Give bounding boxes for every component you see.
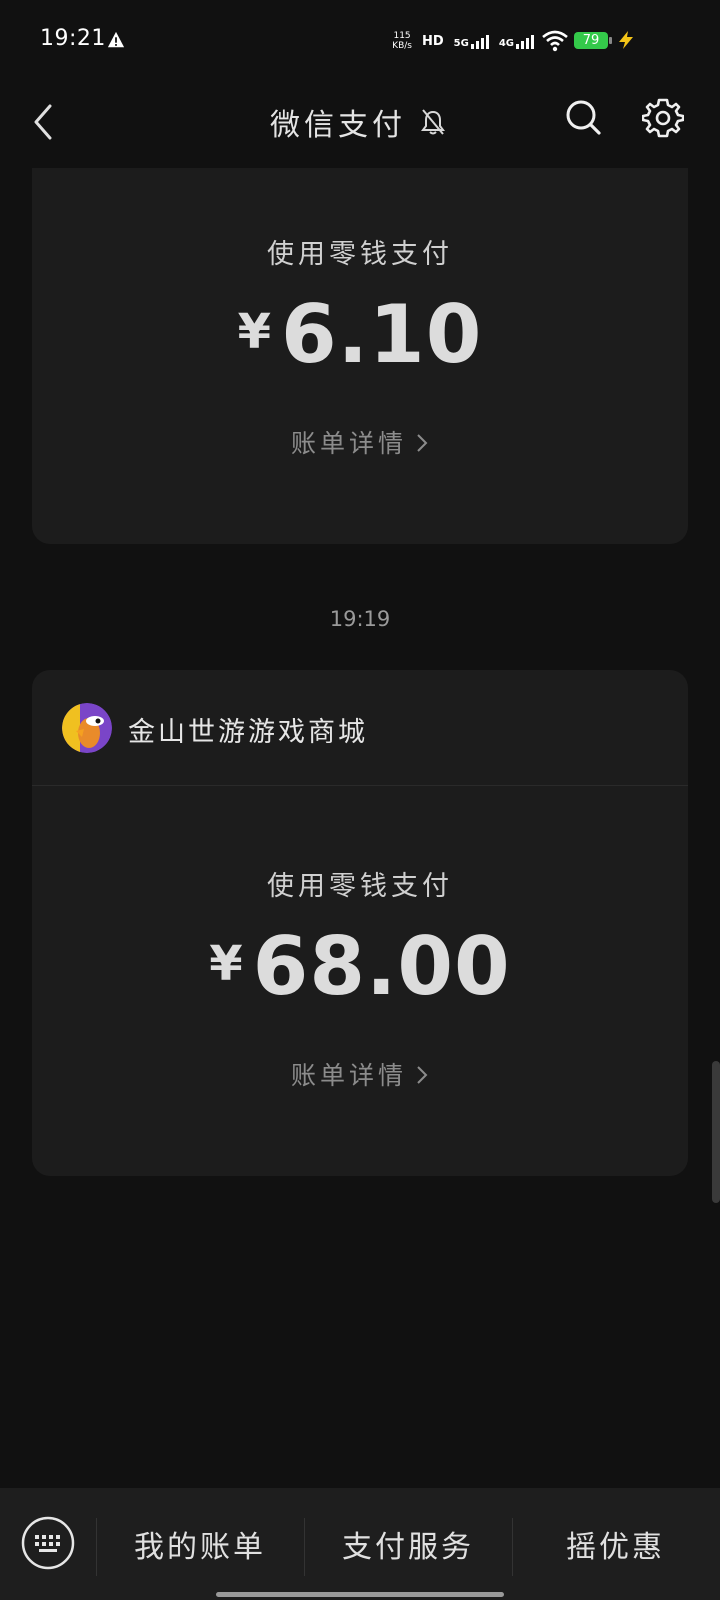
gear-icon[interactable] (642, 97, 684, 139)
search-icon[interactable] (564, 98, 602, 136)
merchant-avatar (62, 703, 112, 753)
message-timestamp: 19:19 (329, 607, 391, 631)
sim1-label: 5G (453, 38, 469, 49)
pay-method-label: 使用零钱支付 (267, 871, 453, 902)
page-title-group: 微信支付 (270, 100, 446, 144)
status-time: 19:21 (40, 26, 106, 51)
currency-symbol: ¥ (209, 936, 243, 992)
payment-card: 金山世游游戏商城 使用零钱支付 ¥68.00 账单详情 (32, 670, 688, 1176)
menu-my-bills[interactable]: 我的账单 (134, 1522, 266, 1566)
page-title: 微信支付 (270, 108, 406, 143)
scrollbar[interactable] (712, 1061, 720, 1203)
battery-indicator: 79 (574, 32, 608, 49)
menu-shake-deals[interactable]: 摇优惠 (566, 1522, 665, 1566)
payment-amount: ¥6.10 (32, 288, 688, 381)
pay-method-label: 使用零钱支付 (267, 239, 453, 270)
wifi-icon (542, 30, 568, 52)
payment-card: 使用零钱支付 ¥6.10 账单详情 (32, 168, 688, 544)
duck-avatar-icon (62, 703, 112, 753)
chevron-right-icon (417, 1066, 428, 1084)
net-speed: 115 KB/s (392, 31, 412, 51)
signal-sim1: 5G (454, 33, 489, 49)
status-indicators: 115 KB/s HD 5G 4G (392, 26, 534, 56)
merchant-name: 金山世游游戏商城 (128, 717, 368, 748)
net-speed-unit: KB/s (392, 41, 412, 51)
menu-divider (512, 1518, 513, 1576)
menu-payment-services[interactable]: 支付服务 (342, 1522, 474, 1566)
home-indicator[interactable] (216, 1592, 504, 1597)
signal-sim2: 4G (499, 33, 534, 49)
status-bar: 19:21 115 KB/s HD 5G 4G 79 (0, 0, 720, 80)
app-header: 微信支付 (0, 80, 720, 165)
muted-bell-icon (421, 109, 445, 135)
amount-value: 68.00 (252, 920, 511, 1013)
net-speed-value: 115 (393, 31, 411, 41)
menu-divider (96, 1518, 97, 1576)
currency-symbol: ¥ (237, 304, 271, 360)
sim2-label: 4G (498, 38, 514, 49)
bill-details-label: 账单详情 (290, 1061, 407, 1090)
bottom-menu-bar: 我的账单 支付服务 摇优惠 (0, 1488, 720, 1600)
payment-amount: ¥68.00 (32, 920, 688, 1013)
chevron-right-icon (417, 434, 428, 452)
menu-divider (304, 1518, 305, 1576)
signal-bars-icon (470, 33, 489, 49)
bill-details-link[interactable]: 账单详情 (32, 424, 688, 460)
merchant-header[interactable]: 金山世游游戏商城 (32, 670, 688, 786)
charging-icon (619, 31, 633, 49)
signal-bars-icon (516, 33, 534, 49)
warning-icon (107, 31, 125, 48)
keyboard-icon[interactable] (20, 1515, 76, 1571)
bill-details-label: 账单详情 (290, 429, 407, 458)
back-arrow-icon[interactable] (30, 102, 58, 142)
bill-details-link[interactable]: 账单详情 (32, 1056, 688, 1092)
battery-cap (609, 37, 612, 44)
amount-value: 6.10 (281, 288, 483, 381)
hd-badge: HD (421, 33, 444, 49)
